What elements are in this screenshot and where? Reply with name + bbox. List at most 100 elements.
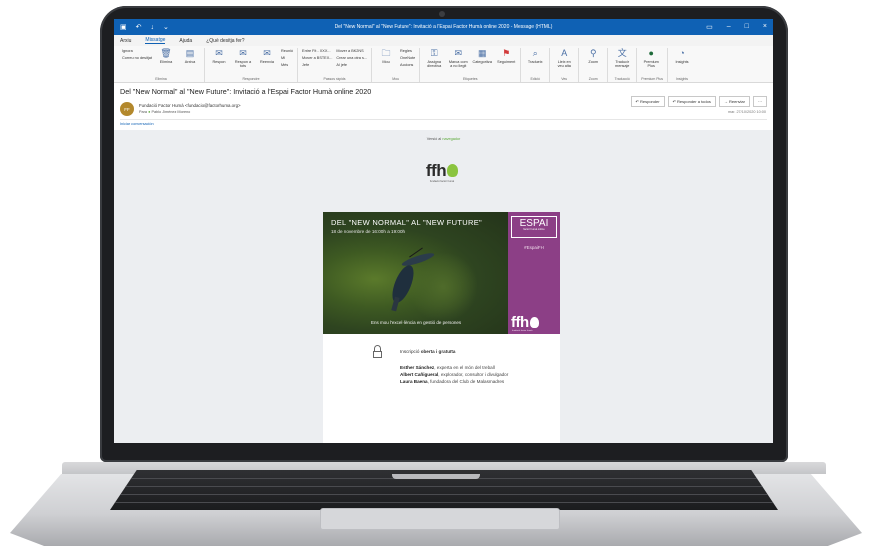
side-logo-subtitle: fundació factor humà xyxy=(512,330,533,332)
translate-message-button[interactable]: 文 Traducir mensaje xyxy=(612,48,632,69)
categorize-button[interactable]: ▦ Categoritza xyxy=(472,48,492,64)
lock-icon xyxy=(373,345,382,358)
actions-button[interactable]: Accions xyxy=(400,62,415,69)
side-ffh-logo: ffh xyxy=(511,314,539,331)
tab-ajuda[interactable]: Ajuda xyxy=(179,38,192,44)
maximize-icon[interactable]: □ xyxy=(745,23,749,31)
hummingbird-photo: DEL "NEW NORMAL" AL "NEW FUTURE" 18 de n… xyxy=(323,212,508,334)
web-version-link[interactable]: navegador xyxy=(442,137,460,141)
espai-subtitle: factor humà online xyxy=(523,228,545,231)
tab-missatge[interactable]: Missatge xyxy=(145,37,166,44)
quick-step-5[interactable]: Crear una otra s... xyxy=(336,55,367,62)
archive-icon: ▤ xyxy=(185,48,195,59)
espai-badge: ESPAI xyxy=(511,216,557,238)
ribbon-group-edit: ⌕ Tradueix Edició xyxy=(521,48,551,82)
envelope-icon: ✉ xyxy=(454,48,462,59)
more-respond-button[interactable]: Més xyxy=(281,62,293,69)
ribbon-group-premium: ● Premium Plus Premium Plus xyxy=(637,48,669,82)
forward-icon: ✉ xyxy=(263,48,271,59)
message-subject: Del "New Normal" al "New Future": Invita… xyxy=(120,87,372,96)
flag-icon: ⚑ xyxy=(502,48,511,59)
message-actions: ↶ Responder ↶ Responder a todos → Reenvi… xyxy=(630,96,767,107)
redo-icon[interactable]: ↓ xyxy=(151,24,155,31)
read-aloud-button[interactable]: A Lleix en veu alta xyxy=(554,48,574,69)
more-icon[interactable]: ⌄ xyxy=(163,24,169,31)
premium-icon: ● xyxy=(648,48,654,59)
ribbon-group-respond: ✉ Respon ✉ Respon a tots ✉ Reenvia Reunió M… xyxy=(205,48,299,82)
trash-icon: 🗑 xyxy=(160,48,172,59)
translate-edit-button[interactable]: ⌕ Tradueix xyxy=(525,48,545,64)
ribbon-tabs: Arxiu Missatge Ajuda ¿Què desitja fer? xyxy=(114,35,773,46)
bulb-icon xyxy=(529,317,539,328)
laptop-mockup: ▣ ↶ ↓ ⌄ Del "New Normal" al "New Future"… xyxy=(0,0,872,554)
close-icon[interactable]: × xyxy=(763,23,767,31)
avatar[interactable]: FF xyxy=(120,102,134,116)
bulb-icon xyxy=(447,164,459,177)
ignore-button[interactable]: Ignora xyxy=(122,48,152,55)
event-details-card: Inscripció oberta i gratuïta Esther Sánc… xyxy=(323,334,560,443)
translate-message-icon: 文 xyxy=(617,48,627,59)
assign-policy-button[interactable]: ⚿ Assigna directiva xyxy=(424,48,444,69)
reply-all-icon: ↶ xyxy=(672,99,676,104)
recipient-name[interactable]: Pablo Jiménez Moreno xyxy=(151,110,190,114)
minimize-icon[interactable]: – xyxy=(727,23,731,31)
undo-icon[interactable]: ↶ xyxy=(136,24,142,31)
ribbon-group-delete: Ignora Correu no desitjat 🗑 Elimina ▤ Arxi… xyxy=(118,48,205,82)
delete-button[interactable]: 🗑 Elimina xyxy=(156,48,176,64)
reply-header-button[interactable]: ↶ Responder xyxy=(630,96,665,107)
to-label: Para xyxy=(139,110,148,114)
quick-step-1[interactable]: Entre Fit - XXX... xyxy=(302,48,332,55)
translate-icon: ⌕ xyxy=(532,48,538,59)
speaker-item: Albert Cañigueral, explorador, consultor… xyxy=(400,372,509,377)
banner-title: DEL "NEW NORMAL" AL "NEW FUTURE" xyxy=(331,218,482,227)
archive-button[interactable]: ▤ Arxiva xyxy=(180,48,200,64)
quick-step-3[interactable]: Jefe xyxy=(302,62,332,69)
ffh-logo: ffh fundació factor humà xyxy=(417,161,467,191)
forward-button[interactable]: ✉ Reenvia xyxy=(257,48,277,64)
event-banner[interactable]: DEL "NEW NORMAL" AL "NEW FUTURE" 18 de n… xyxy=(323,212,560,334)
trackpad[interactable] xyxy=(320,508,560,530)
folder-icon: 🗀 xyxy=(381,48,391,59)
meeting-button[interactable]: Reunió xyxy=(281,48,293,55)
ribbon-group-speech: A Lleix en veu alta Veu xyxy=(550,48,580,82)
speakers-list: Esther Sánchez, experta en el món del tr… xyxy=(400,365,520,386)
tab-arxiu[interactable]: Arxiu xyxy=(120,38,131,44)
quick-step-4[interactable]: Mover a BK2NS xyxy=(336,48,367,55)
premium-plus-button[interactable]: ● Premium Plus xyxy=(641,48,661,69)
ribbon-group-quick-steps: Entre Fit - XXX... Mover a BSTEX... Jefe… xyxy=(298,48,373,82)
banner-side-panel: ESPAI factor humà online #EspaiFH ffh fu… xyxy=(508,212,560,334)
insights-button[interactable]: ◔ Insights xyxy=(672,48,692,64)
save-icon[interactable]: ▣ xyxy=(120,24,127,31)
quick-step-2[interactable]: Mover a BSTEX... xyxy=(302,55,332,62)
info-bar-link[interactable]: Iniciar conversación xyxy=(120,119,767,127)
mark-unread-button[interactable]: ✉ Marca com a no llegit xyxy=(448,48,468,69)
onenote-button[interactable]: OneNote xyxy=(400,55,415,62)
message-recipient: Para ● Pablo Jiménez Moreno xyxy=(139,110,190,114)
more-actions-button[interactable]: ··· xyxy=(753,96,767,107)
ribbon-group-zoom: ⚲ Zoom Zoom xyxy=(579,48,609,82)
window-title: Del "New Normal" al "New Future": Invita… xyxy=(334,24,553,30)
banner-date: 18 de novembre de 16:00h a 19:00h xyxy=(331,229,406,234)
reply-all-header-button[interactable]: ↶ Responder a todos xyxy=(667,96,716,107)
hashtag: #EspaiFH xyxy=(524,245,544,250)
forward-header-button[interactable]: → Reenviar xyxy=(718,96,750,107)
reply-button[interactable]: ✉ Respon xyxy=(209,48,229,64)
message-sender[interactable]: Fundació Factor Humà <fundacio@factorhum… xyxy=(139,103,241,108)
inscription-text: Inscripció oberta i gratuïta xyxy=(400,349,456,354)
ribbon-display-icon[interactable]: ▭ xyxy=(706,23,713,31)
quick-step-6[interactable]: Al jefe xyxy=(336,62,367,69)
junk-button[interactable]: Correu no desitjat xyxy=(122,55,152,62)
camera-icon xyxy=(439,11,445,17)
policy-icon: ⚿ xyxy=(430,48,438,59)
ribbon-group-tags: ⚿ Assigna directiva ✉ Marca com a no llegi… xyxy=(420,48,522,82)
follow-up-button[interactable]: ⚑ Seguiment xyxy=(496,48,516,64)
zoom-button[interactable]: ⚲ Zoom xyxy=(583,48,603,64)
move-button[interactable]: 🗀 Mou xyxy=(376,48,396,64)
reply-icon: ↶ xyxy=(635,99,639,104)
banner-caption: Ens mou l'excel·lència en gestió de pers… xyxy=(371,320,462,325)
tell-me-search[interactable]: ¿Què desitja fer? xyxy=(206,38,244,44)
ribbon-group-move: 🗀 Mou Regles OneNote Accions Mou xyxy=(372,48,421,82)
reply-all-button[interactable]: ✉ Respon a tots xyxy=(233,48,253,69)
im-button[interactable]: MI xyxy=(281,55,293,62)
rules-button[interactable]: Regles xyxy=(400,48,415,55)
